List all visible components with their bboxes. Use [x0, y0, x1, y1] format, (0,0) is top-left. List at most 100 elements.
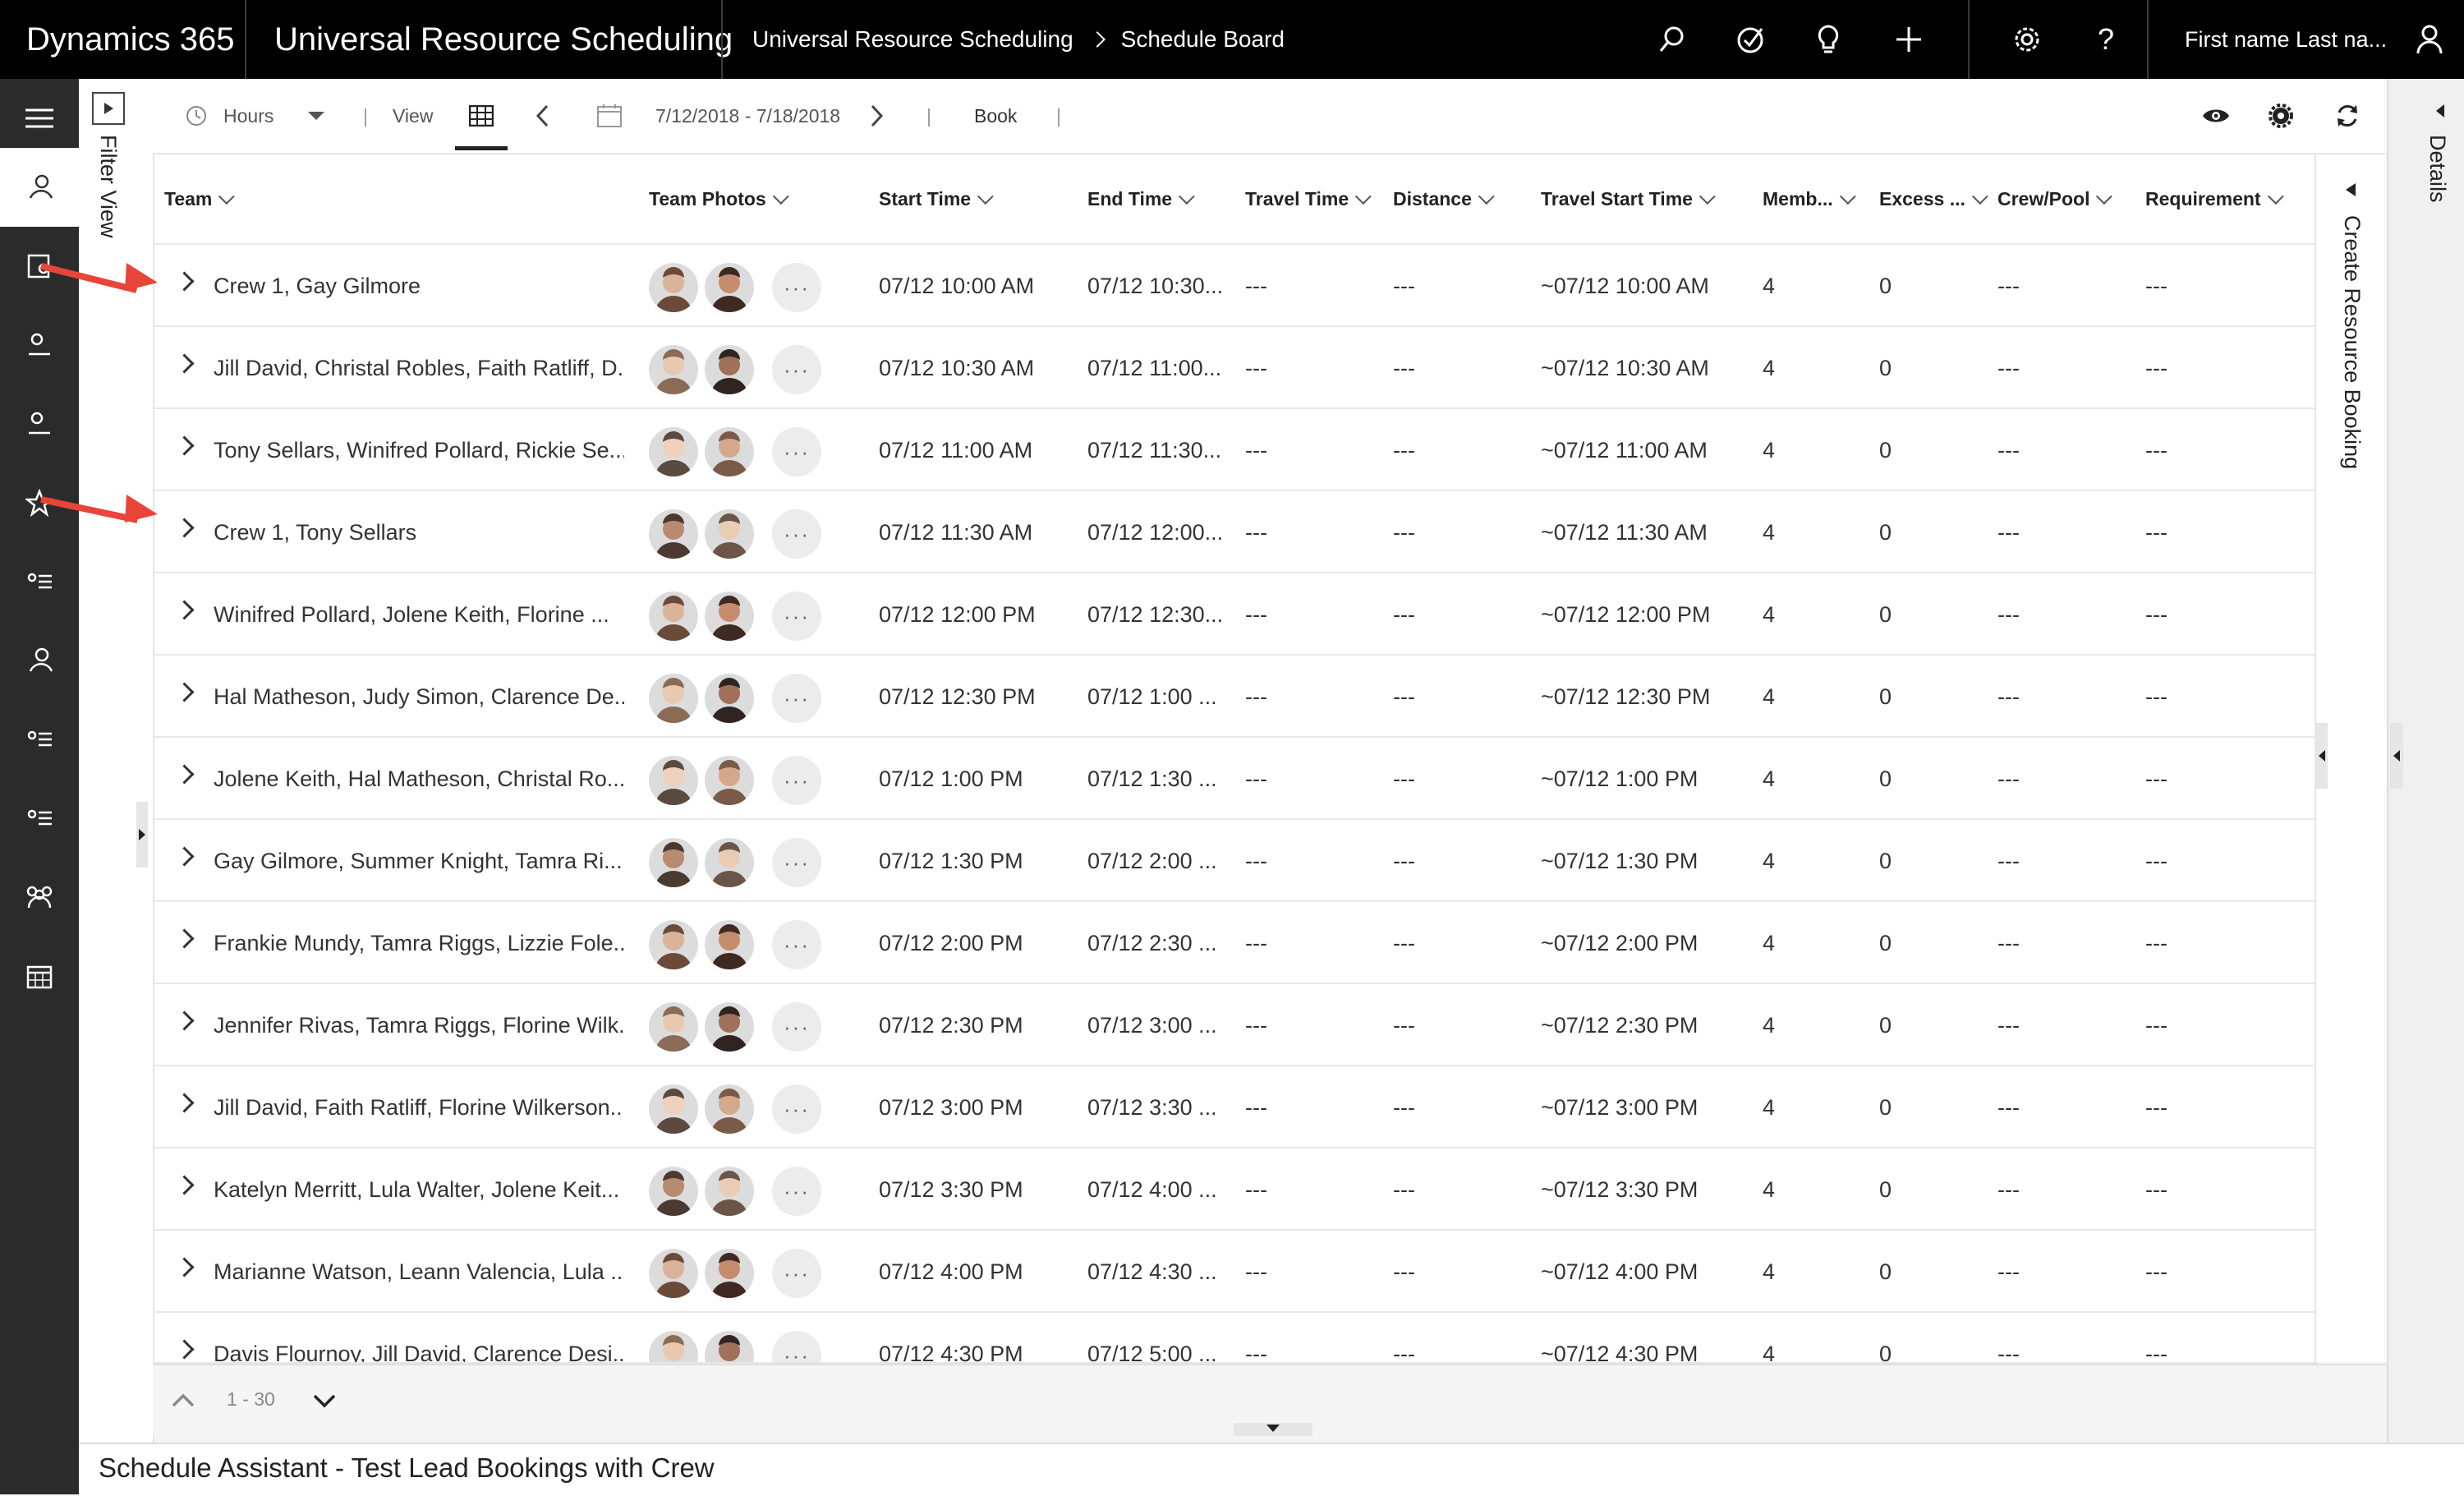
gear-icon[interactable] [2007, 20, 2047, 59]
table-row[interactable]: Katelyn Merritt, Lula Walter, Jolene Kei… [154, 1147, 2316, 1231]
table-row[interactable]: Frankie Mundy, Tamra Riggs, Lizzie Fole.… [154, 900, 2316, 984]
details-label[interactable]: Details [2425, 135, 2450, 203]
table-row[interactable]: Crew 1, Gay Gilmore ··· 07/12 10:00 AM 07/1… [154, 243, 2316, 327]
more-members-button[interactable]: ··· [772, 1167, 821, 1216]
team-member-avatar[interactable] [705, 838, 754, 887]
hamburger-menu-icon[interactable] [0, 79, 79, 158]
column-header-end-time[interactable]: End Time [1087, 154, 1195, 243]
team-member-avatar[interactable] [649, 1084, 698, 1134]
expand-row-chevron-icon[interactable] [174, 928, 195, 949]
calendar-nav-icon[interactable] [0, 937, 79, 1015]
expand-row-chevron-icon[interactable] [174, 1010, 195, 1031]
column-header-team[interactable]: Team [164, 154, 236, 243]
column-header-crew-pool[interactable]: Crew/Pool [1997, 154, 2113, 243]
expand-details-icon[interactable] [2434, 104, 2446, 118]
team-cell[interactable]: Jill David, Christal Robles, Faith Ratli… [214, 327, 624, 409]
task-icon[interactable] [1731, 20, 1771, 59]
more-members-button[interactable]: ··· [772, 509, 821, 559]
details-handle[interactable] [2390, 723, 2403, 789]
expand-row-chevron-icon[interactable] [174, 600, 195, 620]
expand-filter-button[interactable] [92, 92, 125, 125]
column-header-members[interactable]: Memb... [1763, 154, 1856, 243]
breadcrumb-item-app[interactable]: Universal Resource Scheduling [752, 26, 1073, 53]
more-members-button[interactable]: ··· [772, 1331, 821, 1362]
list-nav-icon-3[interactable] [0, 779, 79, 858]
table-row[interactable]: Jennifer Rivas, Tamra Riggs, Florine Wil… [154, 983, 2316, 1066]
booking-status-nav-icon[interactable] [0, 384, 79, 463]
expand-row-chevron-icon[interactable] [174, 846, 195, 867]
hours-selector[interactable]: Hours [186, 79, 325, 153]
user-icon[interactable] [2410, 20, 2449, 59]
date-range[interactable]: 7/12/2018 - 7/18/2018 [655, 79, 840, 153]
expand-row-chevron-icon[interactable] [174, 764, 195, 785]
team-member-avatar[interactable] [649, 263, 698, 312]
table-row[interactable]: Jill David, Christal Robles, Faith Ratli… [154, 325, 2316, 409]
team-member-avatar[interactable] [705, 1002, 754, 1052]
previous-week-button[interactable] [536, 79, 549, 153]
table-row[interactable]: Winifred Pollard, Jolene Keith, Florine … [154, 572, 2316, 656]
expand-row-chevron-icon[interactable] [174, 518, 195, 538]
more-members-button[interactable]: ··· [772, 674, 821, 723]
team-member-avatar[interactable] [705, 1331, 754, 1362]
team-member-avatar[interactable] [649, 838, 698, 887]
team-cell[interactable]: Tony Sellars, Winifred Pollard, Rickie S… [214, 409, 624, 491]
team-member-avatar[interactable] [705, 345, 754, 394]
column-header-travel-start-time[interactable]: Travel Start Time [1541, 154, 1716, 243]
contacts-nav-icon[interactable] [0, 621, 79, 700]
table-row[interactable]: Jill David, Faith Ratliff, Florine Wilke… [154, 1065, 2316, 1148]
app-name[interactable]: Universal Resource Scheduling [274, 0, 733, 79]
team-cell[interactable]: Katelyn Merritt, Lula Walter, Jolene Kei… [214, 1148, 624, 1231]
expand-row-chevron-icon[interactable] [174, 1339, 195, 1360]
help-icon[interactable]: ? [2086, 20, 2126, 59]
more-members-button[interactable]: ··· [772, 345, 821, 394]
team-member-avatar[interactable] [649, 509, 698, 559]
table-row[interactable]: Gay Gilmore, Summer Knight, Tamra Ri... ·… [154, 818, 2316, 902]
table-row[interactable]: Jolene Keith, Hal Matheson, Christal Ro.… [154, 736, 2316, 820]
create-resource-booking-label[interactable]: Create Resource Booking [2339, 215, 2365, 469]
expand-row-chevron-icon[interactable] [174, 353, 195, 374]
search-icon[interactable] [1653, 20, 1692, 59]
expand-row-chevron-icon[interactable] [174, 435, 195, 456]
more-members-button[interactable]: ··· [772, 920, 821, 969]
calendar-icon[interactable] [596, 79, 623, 153]
column-header-team-photos[interactable]: Team Photos [649, 154, 789, 243]
more-members-button[interactable]: ··· [772, 838, 821, 887]
team-member-avatar[interactable] [705, 591, 754, 641]
column-header-start-time[interactable]: Start Time [879, 154, 994, 243]
team-member-avatar[interactable] [649, 1249, 698, 1298]
team-cell[interactable]: Jolene Keith, Hal Matheson, Christal Ro.… [214, 738, 624, 820]
team-member-avatar[interactable] [649, 674, 698, 723]
team-cell[interactable]: Crew 1, Gay Gilmore [214, 245, 624, 327]
more-members-button[interactable]: ··· [772, 1002, 821, 1052]
team-member-avatar[interactable] [649, 1331, 698, 1362]
team-member-avatar[interactable] [705, 756, 754, 805]
expand-row-chevron-icon[interactable] [174, 682, 195, 702]
refresh-icon[interactable] [2334, 79, 2361, 153]
expand-row-chevron-icon[interactable] [174, 1257, 195, 1277]
team-cell[interactable]: Jill David, Faith Ratliff, Florine Wilke… [214, 1066, 624, 1148]
more-members-button[interactable]: ··· [772, 427, 821, 476]
expand-row-chevron-icon[interactable] [174, 271, 195, 292]
book-button[interactable]: Book [974, 79, 1017, 153]
page-down-icon[interactable] [312, 1393, 337, 1410]
column-header-requirement[interactable]: Requirement [2145, 154, 2284, 243]
team-member-avatar[interactable] [705, 427, 754, 476]
expand-row-chevron-icon[interactable] [174, 1175, 195, 1195]
team-cell[interactable]: Marianne Watson, Leann Valencia, Lula ..… [214, 1231, 624, 1313]
table-row[interactable]: Marianne Watson, Leann Valencia, Lula ..… [154, 1229, 2316, 1313]
resources-nav-icon[interactable] [0, 148, 79, 227]
more-members-button[interactable]: ··· [772, 591, 821, 641]
more-members-button[interactable]: ··· [772, 263, 821, 312]
team-member-avatar[interactable] [649, 345, 698, 394]
more-members-button[interactable]: ··· [772, 756, 821, 805]
team-member-avatar[interactable] [649, 591, 698, 641]
list-nav-icon-2[interactable] [0, 700, 79, 779]
collapse-right-handle[interactable] [2316, 723, 2328, 789]
grid-view-button[interactable] [455, 79, 508, 153]
next-week-button[interactable] [871, 79, 884, 153]
team-member-avatar[interactable] [705, 920, 754, 969]
column-header-distance[interactable]: Distance [1393, 154, 1495, 243]
team-cell[interactable]: Gay Gilmore, Summer Knight, Tamra Ri... [214, 820, 624, 902]
team-member-avatar[interactable] [649, 756, 698, 805]
lightbulb-icon[interactable] [1809, 20, 1848, 59]
